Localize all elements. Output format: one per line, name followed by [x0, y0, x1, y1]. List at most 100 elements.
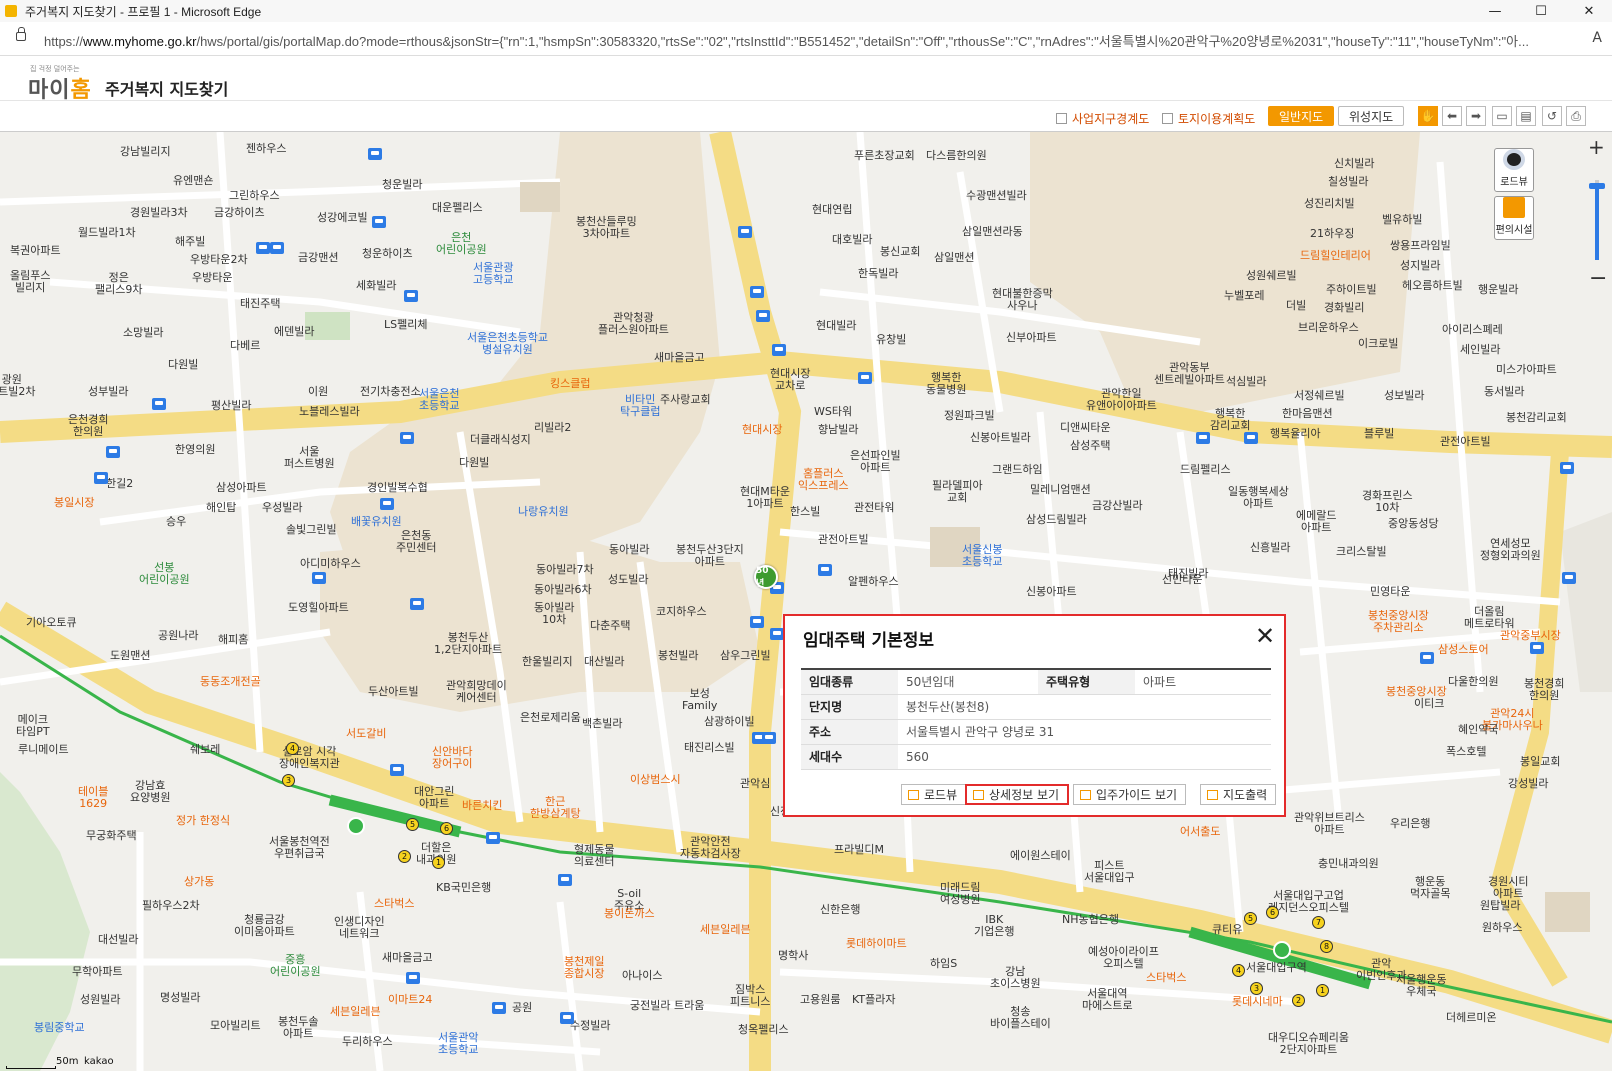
map-place-label[interactable]: 미스가아파트 [1496, 364, 1557, 376]
map-place-label[interactable]: 청옥펠리스 [738, 1024, 789, 1036]
map-place-label[interactable]: 삼일맨션 [934, 252, 974, 264]
map-place-label[interactable]: 밀레니엄맨션 [1030, 484, 1091, 496]
address-bar[interactable]: https://www.myhome.go.kr/hws/portal/gis/… [0, 22, 1612, 56]
map-place-label[interactable]: 한스빌 [790, 506, 820, 518]
map-place-label[interactable]: 벨유하빌 [1382, 214, 1422, 226]
map-place-label[interactable]: 중흥 어린이공원 [270, 954, 321, 978]
map-place-label[interactable]: 은천 어린이공원 [436, 232, 487, 256]
roadview-popup-button[interactable]: 로드뷰 [901, 784, 967, 805]
map-place-label[interactable]: 월드빌라1차 [78, 227, 136, 239]
map-canvas[interactable]: 로드뷰 편의시설 + − 강남빌리지 젠하우스 유엔맨숀 청운빌라 그린하우스 경원빌라3… [0, 132, 1612, 1071]
map-place-label[interactable]: 봉천두솔 아파트 [278, 1016, 318, 1040]
map-place-label[interactable]: 알펜하우스 [848, 576, 899, 588]
bus-stop-icon[interactable] [1244, 432, 1258, 444]
myhome-logo[interactable]: 마이홈 [28, 72, 92, 104]
bus-stop-icon[interactable] [410, 598, 424, 610]
map-place-label[interactable]: 봉일교회 [1520, 756, 1560, 768]
map-place-label[interactable]: 도영힐아파트 [288, 602, 349, 614]
map-place-label[interactable]: 행운빌라 [1478, 284, 1518, 296]
bus-stop-icon[interactable] [558, 874, 572, 886]
map-place-label[interactable]: 봉천제일 종합시장 [564, 956, 604, 980]
map-place-label[interactable]: 동아빌라 10차 [534, 602, 574, 626]
bus-stop-icon[interactable] [368, 148, 382, 160]
map-place-label[interactable]: 더헤르미온 [1446, 1012, 1497, 1024]
bus-stop-icon[interactable] [858, 372, 872, 384]
map-place-label[interactable]: 경인빌복수협 [367, 482, 428, 494]
map-place-label[interactable]: 금강하이츠 [214, 207, 265, 219]
map-place-label[interactable]: KT플라자 [852, 994, 895, 1006]
map-place-label[interactable]: 관전타워 [854, 502, 894, 514]
map-place-label[interactable]: 이마트24 [388, 994, 432, 1006]
map-place-label[interactable]: 명학사 [778, 950, 808, 962]
map-place-label[interactable]: 기아오토큐 [26, 617, 77, 629]
map-place-label[interactable]: 삼성주택 [1070, 440, 1110, 452]
map-place-label[interactable]: 동동조개전골 [200, 676, 261, 688]
map-place-label[interactable]: 대선빌라 [98, 934, 138, 946]
map-place-label[interactable]: 우리은행 [1390, 818, 1430, 830]
zoom-out-button[interactable]: − [1589, 266, 1607, 291]
map-place-label[interactable]: 성원빌라 [80, 994, 120, 1006]
map-place-label[interactable]: 봉천경희 한의원 [1524, 678, 1564, 702]
map-place-label[interactable]: 복권아파트 [10, 245, 61, 257]
map-place-label[interactable]: 세화빌라 [356, 280, 396, 292]
map-place-label[interactable]: 유엔맨숀 [173, 175, 213, 187]
map-place-label[interactable]: 강남빌리지 [120, 146, 171, 158]
map-place-label[interactable]: 신봉아트빌라 [970, 432, 1031, 444]
map-place-label[interactable]: 세븐일레븐 [700, 924, 751, 936]
map-place-label[interactable]: 관악청광 플러스원아파트 [598, 312, 669, 336]
map-place-label[interactable]: 새마을금고 [382, 952, 433, 964]
map-place-label[interactable]: 한울빌리지 [522, 656, 573, 668]
map-place-label[interactable]: 짐박스 피트니스 [730, 984, 770, 1008]
map-place-label[interactable]: IBK 기업은행 [974, 914, 1014, 938]
map-place-label[interactable]: 해주빌 [175, 236, 205, 248]
map-place-label[interactable]: 대운펠리스 [432, 202, 483, 214]
map-place-label[interactable]: 헤오름하트빌 [1402, 280, 1463, 292]
map-place-label[interactable]: 현대연립 [812, 204, 852, 216]
bus-stop-icon[interactable] [1560, 462, 1574, 474]
map-place-label[interactable]: 동아빌라 [609, 544, 649, 556]
bus-stop-icon[interactable] [94, 472, 108, 484]
map-place-label[interactable]: 봉림중학교 [34, 1022, 85, 1034]
map-place-label[interactable]: 삼성아파트 [216, 482, 267, 494]
map-place-label[interactable]: 공원나라 [158, 630, 198, 642]
bus-stop-icon[interactable] [750, 286, 764, 298]
map-place-label[interactable]: 성부빌라 [88, 386, 128, 398]
url-text[interactable]: https://www.myhome.go.kr/hws/portal/gis/… [44, 31, 1574, 50]
map-place-label[interactable]: 봉천빌라 [658, 650, 698, 662]
map-place-label[interactable]: 서울관악 초등학교 [438, 1032, 478, 1056]
subway-exit-icon[interactable]: 6 [440, 822, 453, 835]
bus-stop-icon[interactable] [400, 432, 414, 444]
map-place-label[interactable]: 무궁화주택 [86, 830, 137, 842]
map-place-label[interactable]: 은선파인빌 아파트 [850, 450, 901, 474]
general-map-button[interactable]: 일반지도 [1268, 106, 1335, 126]
map-place-label[interactable]: 브리운하우스 [1298, 322, 1359, 334]
map-place-label[interactable]: 드림펠리스 [1180, 464, 1231, 476]
map-place-label[interactable]: 삼성드림빌라 [1026, 514, 1087, 526]
map-place-label[interactable]: 서정쉐르빌 [1294, 390, 1345, 402]
map-place-label[interactable]: 에덴빌라 [274, 326, 314, 338]
map-place-label[interactable]: 루니메이트 [18, 744, 69, 756]
map-place-label[interactable]: 궁전빌라 [630, 1000, 670, 1012]
map-place-label[interactable]: 서도갈비 [346, 728, 386, 740]
map-place-label[interactable]: 대안그린 아파트 [414, 786, 454, 810]
map-place-label[interactable]: 삼일맨션라동 [962, 226, 1023, 238]
subway-exit-icon[interactable]: 8 [1320, 940, 1333, 953]
map-place-label[interactable]: 청운빌라 [382, 179, 422, 191]
map-place-label[interactable]: 킹스클럽 [550, 378, 590, 390]
map-place-label[interactable]: 성강에코빌 [317, 212, 368, 224]
map-place-label[interactable]: 석심빌라 [1226, 376, 1266, 388]
map-place-label[interactable]: 대우디오슈페리움 2단지아파트 [1268, 1032, 1349, 1056]
map-place-label[interactable]: 봉천두산3단지 아파트 [676, 544, 744, 568]
map-place-label[interactable]: 백촌빌라 [582, 718, 622, 730]
map-place-label[interactable]: 봉천중앙시장 주차관리소 [1368, 610, 1429, 634]
map-place-label[interactable]: 더클래식성지 [470, 434, 531, 446]
map-place-label[interactable]: 에이원스테이 [1010, 850, 1071, 862]
map-place-label[interactable]: 비타민 탁구클럽 [620, 394, 660, 418]
map-place-label[interactable]: 현대M타운 1아파트 [740, 486, 790, 510]
map-place-label[interactable]: 태진주택 [240, 298, 280, 310]
bus-stop-icon[interactable] [818, 564, 832, 576]
map-place-label[interactable]: 신한은행 [820, 904, 860, 916]
map-place-label[interactable]: 주하이트빌 [1326, 284, 1377, 296]
hand-icon[interactable]: ✋ [1418, 106, 1438, 126]
map-place-label[interactable]: 나랑유치원 [518, 506, 569, 518]
